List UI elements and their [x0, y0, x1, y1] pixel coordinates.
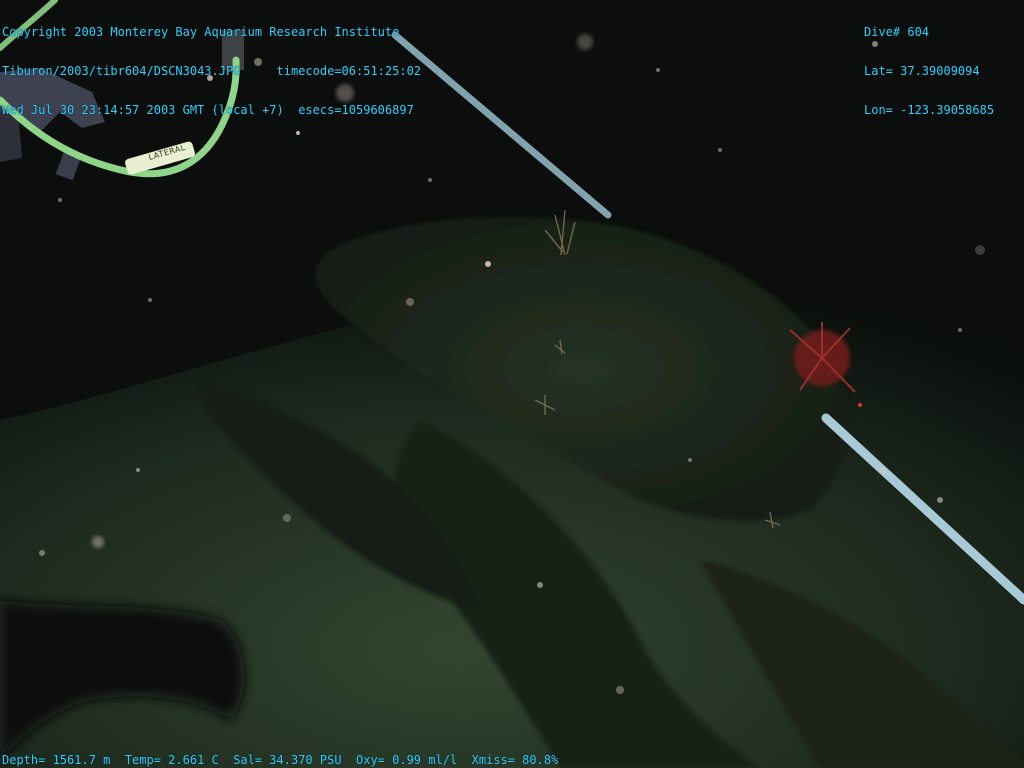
copyright-line: Copyright 2003 Monterey Bay Aquarium Res… [2, 25, 400, 39]
latitude: Lat= 37.39009094 [864, 64, 980, 78]
dive-number: Dive# 604 [864, 25, 930, 39]
overlay-top-right: Dive# 604 Lat= 37.39009094 Lon= -123.390… [864, 0, 994, 143]
rov-photo-frame: LATERAL Copyright 2003 Monterey Bay Aqua… [0, 0, 1024, 768]
overlay-top-left: Copyright 2003 Monterey Bay Aquarium Res… [2, 0, 421, 143]
longitude: Lon= -123.39058685 [864, 103, 995, 117]
file-timecode-line: Tiburon/2003/tibr604/DSCN3043.JPG timeco… [2, 64, 422, 78]
datetime-line: Wed Jul 30 23:14:57 2003 GMT (local +7) … [2, 103, 414, 117]
overlay-bottom-sensors: Depth= 1561.7 m Temp= 2.661 C Sal= 34.37… [2, 753, 559, 767]
